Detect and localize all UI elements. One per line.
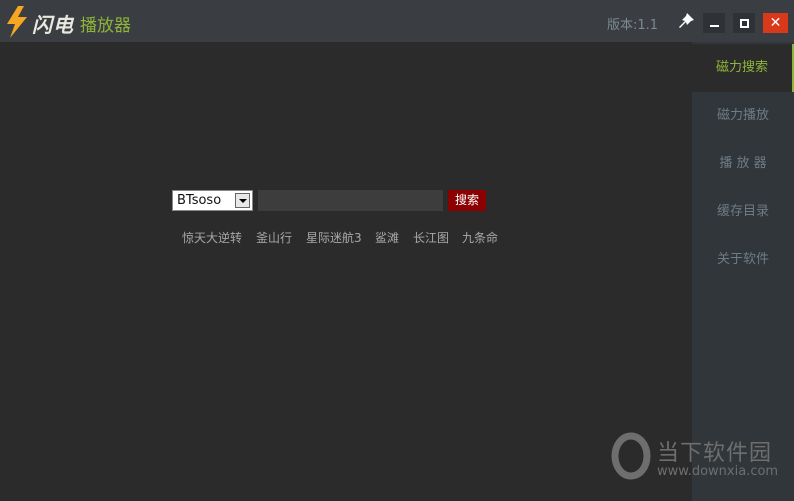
hot-keyword-link[interactable]: 九条命 [462, 229, 498, 246]
watermark-url: www.downxia.com [657, 464, 779, 479]
version-label: 版本:1.1 [607, 18, 659, 33]
search-engine-value: BTsoso [177, 193, 222, 208]
lightning-bolt-icon [7, 6, 27, 38]
hot-keyword-link[interactable]: 星际迷航3 [306, 229, 362, 246]
app-subtitle: 播放器 [80, 16, 131, 36]
hot-keyword-link[interactable]: 惊天大逆转 [182, 229, 242, 246]
title-bar: 闪电 播放器 版本:1.1 ✕ [0, 0, 794, 42]
hot-keyword-link[interactable]: 釜山行 [256, 229, 292, 246]
maximize-button[interactable] [733, 13, 755, 33]
pin-icon[interactable] [677, 12, 695, 30]
minimize-button[interactable] [703, 13, 725, 33]
chevron-down-icon[interactable] [235, 193, 250, 208]
hot-keyword-link[interactable]: 鲨滩 [375, 229, 399, 246]
sidebar-item-magnet-play[interactable]: 磁力播放 [692, 92, 794, 140]
sidebar-item-about[interactable]: 关于软件 [692, 236, 794, 284]
app-brand: 闪电 [32, 13, 74, 37]
search-input[interactable] [258, 190, 443, 211]
watermark-name: 当下软件园 [657, 441, 773, 466]
search-engine-select[interactable]: BTsoso [172, 190, 253, 211]
sidebar-item-magnet-search[interactable]: 磁力搜索 [692, 44, 794, 92]
close-button[interactable]: ✕ [763, 13, 788, 33]
sidebar-item-cache-dir[interactable]: 缓存目录 [692, 188, 794, 236]
hot-keyword-link[interactable]: 长江图 [413, 229, 449, 246]
watermark-logo-icon [611, 432, 651, 480]
close-icon: ✕ [769, 15, 782, 31]
sidebar-item-player[interactable]: 播 放 器 [692, 140, 794, 188]
sidebar: 磁力搜索 磁力播放 播 放 器 缓存目录 关于软件 [692, 42, 794, 501]
search-button[interactable]: 搜索 [448, 190, 486, 211]
